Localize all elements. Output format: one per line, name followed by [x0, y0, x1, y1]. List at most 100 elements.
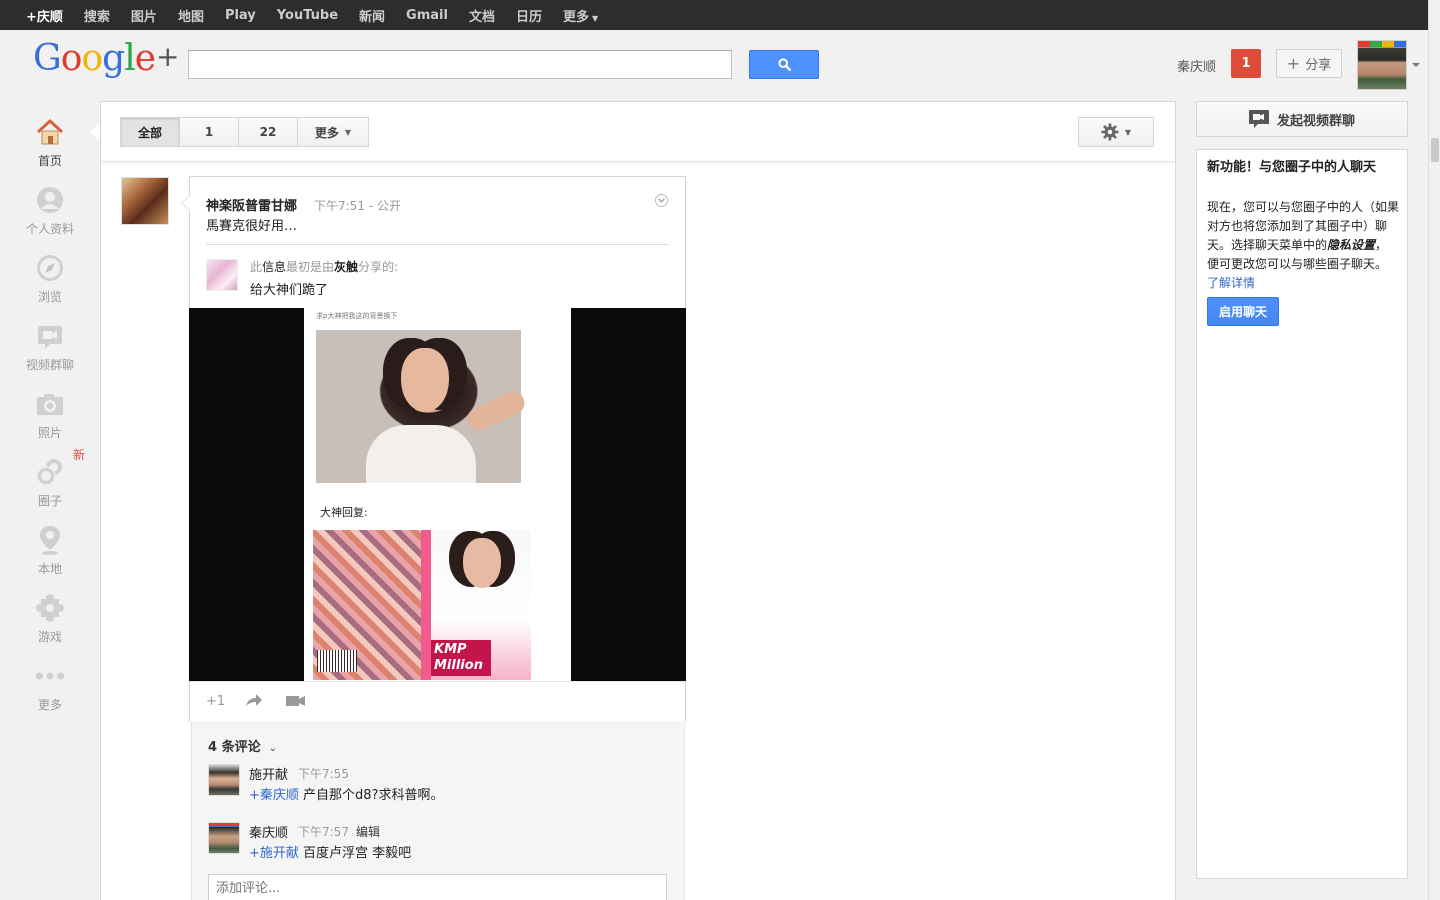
post-card-pointer-inner — [182, 195, 191, 211]
post-visibility[interactable]: 公开 — [377, 199, 401, 213]
chevron-down-icon — [658, 198, 665, 203]
start-hangout-button[interactable] — [286, 695, 306, 710]
nav-item-local[interactable]: 本地 — [0, 524, 100, 577]
chevron-down-icon: ▼ — [1124, 127, 1132, 137]
dvd-cover-photo: KMP Million — [313, 530, 531, 680]
edit-comment-link[interactable]: 编辑 — [356, 823, 380, 840]
topbar-item-images[interactable]: 图片 — [131, 6, 157, 25]
post-author-name[interactable]: 神楽阪普雷甘娜 — [206, 195, 297, 214]
reshare-attribution: 此信息最初是由灰触分享的: — [250, 258, 398, 275]
topbar-item-search[interactable]: 搜索 — [84, 6, 110, 25]
nav-item-explore[interactable]: 浏览 — [0, 252, 100, 305]
gear-icon — [1101, 123, 1119, 141]
image-caption: 求p大神把我这的背景换下 — [316, 312, 398, 320]
logo-letter: o — [81, 38, 103, 79]
photo-arm — [464, 388, 528, 434]
notification-count-button[interactable]: 1 — [1231, 49, 1261, 78]
commenter-name[interactable]: 秦庆顺 — [249, 822, 288, 841]
post-meta-separator: - — [368, 199, 374, 213]
logo-letter: G — [33, 38, 62, 79]
nav-label: 游戏 — [37, 630, 62, 644]
commenter-avatar[interactable] — [208, 822, 240, 854]
commenter-name[interactable]: 施开献 — [249, 764, 288, 783]
plus-one-button[interactable]: +1 — [206, 694, 225, 709]
post-image[interactable]: 求p大神把我这的背景换下 大神回复: KMP Million — [189, 308, 686, 681]
comment-item: 施开献 下午7:55 +秦庆顺 产自那个d8?求科普啊。 — [208, 764, 678, 804]
home-icon — [34, 116, 66, 148]
mention-link[interactable]: +秦庆顺 — [249, 788, 299, 803]
vertical-scrollbar[interactable] — [1428, 0, 1440, 900]
chat-promo-title: 新功能！与您圈子中的人聊天 — [1207, 160, 1377, 175]
nav-item-photos[interactable]: 照片 — [0, 388, 100, 441]
google-bar: +庆顺 搜索 图片 地图 Play YouTube 新闻 Gmail 文档 日历… — [0, 0, 1428, 30]
account-avatar[interactable] — [1357, 40, 1407, 90]
nav-label: 个人资料 — [25, 222, 74, 236]
plus-icon: + — [1286, 54, 1301, 73]
post-time[interactable]: 下午7:51 — [314, 199, 365, 213]
comment-count: 4 条评论 — [208, 740, 261, 755]
header: Google+ 秦庆顺 1 + 分享 — [0, 30, 1428, 102]
post-meta: 下午7:51 - 公开 — [314, 197, 401, 214]
divider — [206, 244, 669, 245]
nav-item-home[interactable]: 首页 — [0, 116, 100, 169]
filter-circle-1[interactable]: 1 — [179, 117, 239, 147]
logo-plus: + — [156, 40, 179, 73]
chat-promo-card: 新功能！与您圈子中的人聊天 现在，您可以与您圈子中的人（如果对方也将您添加到了其… — [1196, 149, 1408, 879]
filter-all[interactable]: 全部 — [120, 117, 180, 147]
hangout-button-label: 发起视频群聊 — [1276, 113, 1355, 129]
filter-circle-22[interactable]: 22 — [238, 117, 298, 147]
original-post-text: 给大神们跪了 — [250, 283, 329, 298]
topbar-item-more[interactable]: 更多 ▼ — [563, 6, 598, 25]
location-pin-icon — [34, 524, 66, 556]
original-author-avatar[interactable] — [206, 259, 238, 291]
mention-link[interactable]: +施开献 — [249, 846, 299, 861]
comments-toggle[interactable]: 4 条评论 ⌄ — [208, 736, 277, 755]
comment-time[interactable]: 下午7:55 — [298, 765, 349, 782]
post-author-avatar[interactable] — [121, 177, 169, 225]
original-author-name[interactable]: 灰触 — [334, 260, 358, 274]
topbar-item-youtube[interactable]: YouTube — [277, 8, 338, 23]
scrollbar-thumb[interactable] — [1431, 138, 1439, 162]
chevron-down-icon: ▼ — [344, 127, 352, 137]
chevron-down-icon[interactable] — [1412, 63, 1420, 67]
camera-icon — [34, 388, 66, 420]
comment-item: 秦庆顺 下午7:57 编辑 +施开献 百度卢浮宫 李毅吧 — [208, 822, 678, 862]
nav-item-profile[interactable]: 个人资料 — [0, 184, 100, 237]
cover-collage — [313, 530, 421, 680]
add-comment-input[interactable] — [208, 874, 667, 900]
filter-more[interactable]: 更多 ▼ — [297, 117, 369, 147]
topbar-item-calendar[interactable]: 日历 — [516, 6, 542, 25]
share-button[interactable]: + 分享 — [1276, 49, 1342, 78]
nav-item-circles[interactable]: 圈子 — [0, 456, 100, 509]
learn-more-link[interactable]: 了解详情 — [1207, 276, 1255, 290]
topbar-item-maps[interactable]: 地图 — [178, 6, 204, 25]
topbar-item-play[interactable]: Play — [225, 8, 256, 23]
comment-time[interactable]: 下午7:57 — [298, 823, 349, 840]
new-badge: 新 — [73, 448, 86, 462]
search-button[interactable] — [749, 50, 819, 79]
post-options-button[interactable] — [655, 194, 668, 207]
user-name-link[interactable]: 秦庆顺 — [1177, 56, 1216, 75]
filter-more-label: 更多 — [314, 125, 339, 140]
stream-settings-button[interactable]: ▼ — [1078, 117, 1154, 147]
original-post-link[interactable]: 信息 — [262, 260, 286, 274]
attr-prefix: 此 — [250, 260, 263, 274]
nav-item-more[interactable]: 更多 — [0, 660, 100, 713]
comment-text: 产自那个d8?求科普啊。 — [298, 788, 444, 803]
topbar-item-docs[interactable]: 文档 — [469, 6, 495, 25]
start-video-hangout-button[interactable]: 发起视频群聊 — [1196, 101, 1408, 137]
avatar-color-bar — [1358, 41, 1406, 47]
topbar-item-profile[interactable]: +庆顺 — [26, 6, 63, 25]
topbar-item-gmail[interactable]: Gmail — [406, 8, 448, 23]
search-input[interactable] — [188, 50, 732, 79]
comment-body: +秦庆顺 产自那个d8?求科普啊。 — [249, 784, 443, 803]
enable-chat-button[interactable]: 启用聊天 — [1207, 297, 1279, 326]
topbar-item-news[interactable]: 新闻 — [359, 6, 385, 25]
hangout-icon — [34, 320, 66, 352]
google-plus-logo[interactable]: Google+ — [33, 38, 180, 79]
share-post-button[interactable] — [245, 693, 263, 710]
commenter-avatar[interactable] — [208, 764, 240, 796]
stream-panel: 全部 1 22 更多 ▼ ▼ 神楽阪普雷甘娜 下午7:51 - 公开 馬賽克很好用… — [100, 101, 1176, 900]
nav-item-games[interactable]: 游戏 — [0, 592, 100, 645]
nav-item-hangouts[interactable]: 视频群聊 — [0, 320, 100, 373]
